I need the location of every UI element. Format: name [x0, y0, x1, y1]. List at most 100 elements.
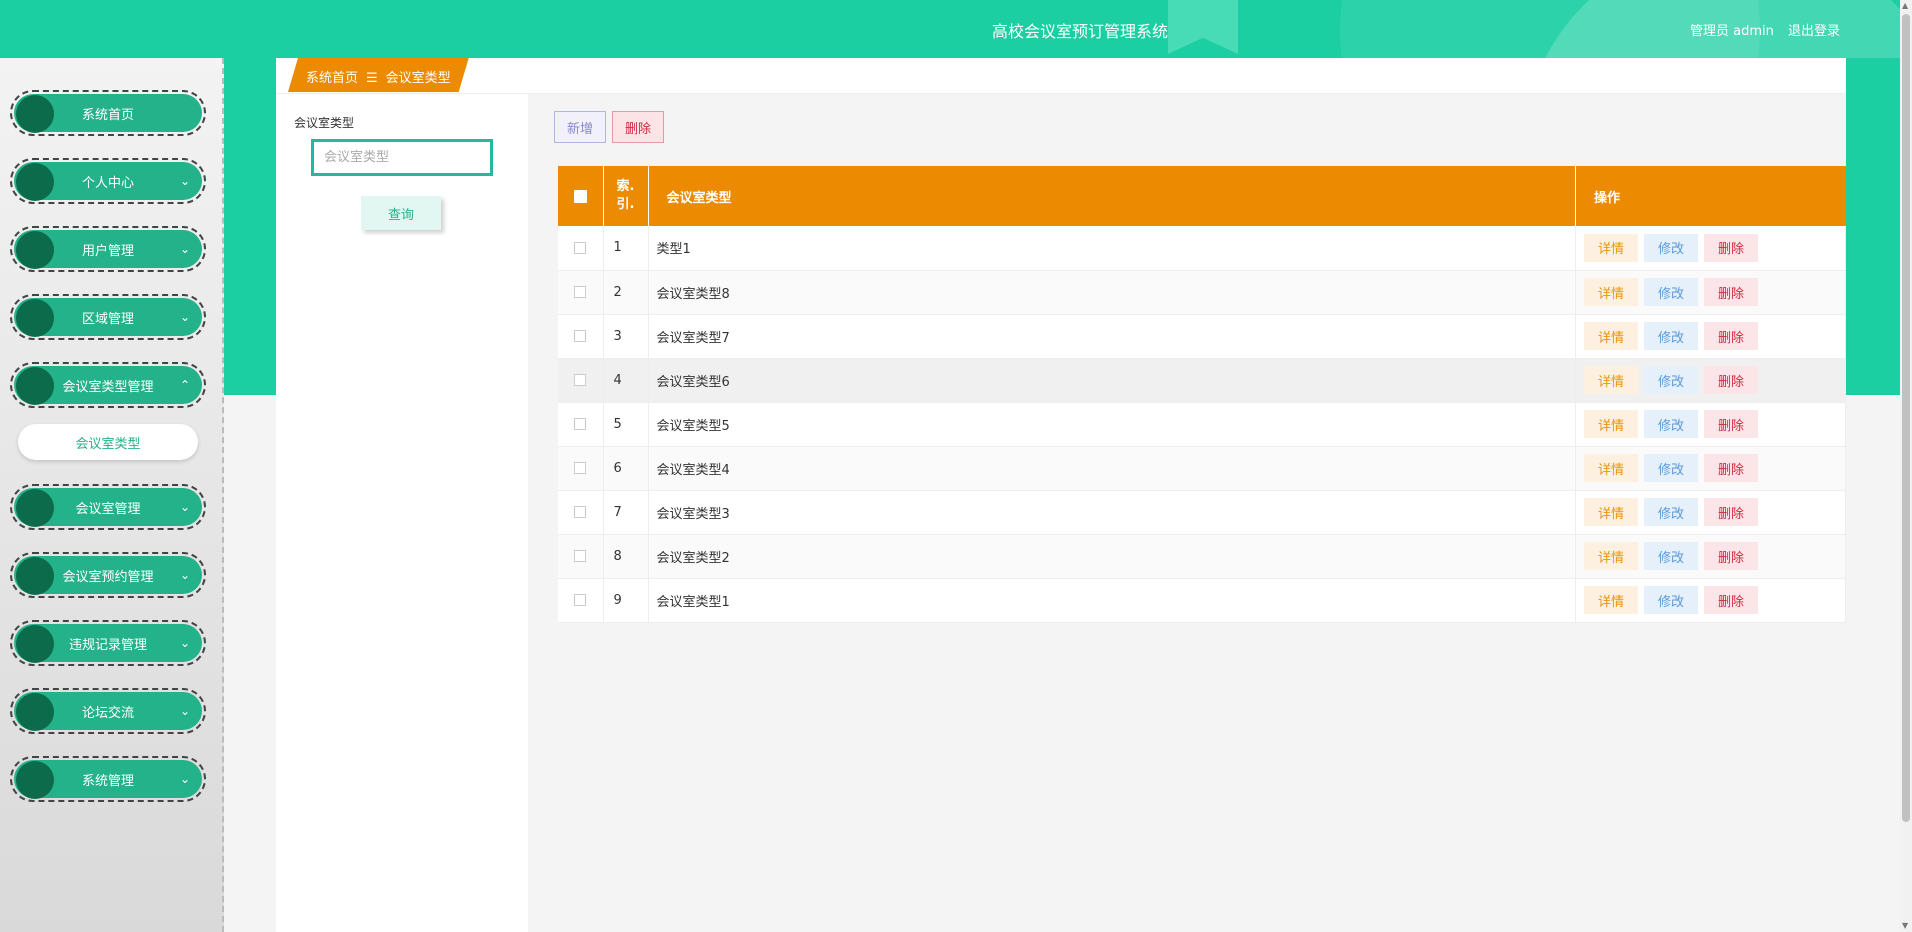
breadcrumb-home[interactable]: 系统首页 [306, 71, 358, 86]
edit-button[interactable]: 修改 [1644, 454, 1698, 482]
edit-button[interactable]: 修改 [1644, 498, 1698, 526]
detail-button[interactable]: 详情 [1584, 586, 1638, 614]
delete-button[interactable]: 删除 [1704, 322, 1758, 350]
row-ops: 详情 修改 删除 [1575, 270, 1846, 315]
sidebar-item[interactable]: 个人中心 ⌄ [10, 158, 206, 204]
logout-link[interactable]: 退出登录 [1788, 24, 1840, 39]
edit-button[interactable]: 修改 [1644, 410, 1698, 438]
edit-button[interactable]: 修改 [1644, 366, 1698, 394]
scrollbar-thumb[interactable] [1902, 14, 1910, 822]
edit-button[interactable]: 修改 [1644, 278, 1698, 306]
query-button[interactable]: 查询 [361, 196, 441, 230]
delete-button[interactable]: 删除 [1704, 454, 1758, 482]
delete-button[interactable]: 删除 [1704, 542, 1758, 570]
menu-dot-icon [16, 625, 54, 663]
search-input[interactable] [311, 139, 493, 176]
delete-button[interactable]: 删除 [1704, 498, 1758, 526]
sidebar-item[interactable]: 会议室预约管理 ⌄ [10, 552, 206, 598]
breadcrumb-tag: 系统首页 ☰ 会议室类型 [288, 58, 469, 92]
select-all-checkbox[interactable] [573, 189, 587, 203]
index-header: 索. 引. [603, 166, 649, 226]
add-button[interactable]: 新增 [554, 111, 606, 143]
sidebar: 系统首页个人中心 ⌄ 用户管理 ⌄ 区域管理 ⌄ 会议室类型管理 ⌃ 会议室类型会议室管理 ⌄ 会议… [0, 58, 224, 932]
sidebar-item-pill: 系统首页 [14, 94, 202, 133]
edit-button[interactable]: 修改 [1644, 586, 1698, 614]
row-actions: 详情 修改 删除 [1584, 454, 1837, 482]
row-checkbox[interactable] [574, 506, 587, 518]
menu-dot-icon [16, 95, 54, 133]
chevron-down-icon: ⌄ [179, 704, 190, 718]
row-checkbox[interactable] [574, 418, 587, 430]
detail-button[interactable]: 详情 [1584, 278, 1638, 306]
chevron-down-icon: ⌄ [179, 242, 190, 256]
row-ops: 详情 修改 删除 [1575, 490, 1846, 535]
chevron-down-icon: ⌄ [179, 636, 190, 650]
table-row[interactable]: 9 会议室类型1 详情 修改 删除 [558, 578, 1846, 623]
row-checkbox[interactable] [574, 330, 587, 342]
row-checkbox-cell [558, 490, 604, 535]
edit-button[interactable]: 修改 [1644, 233, 1698, 262]
sidebar-item[interactable]: 会议室管理 ⌄ [10, 484, 206, 530]
row-checkbox[interactable] [574, 594, 587, 606]
row-checkbox-cell [558, 534, 604, 579]
delete-button[interactable]: 删除 [1704, 586, 1758, 614]
detail-button[interactable]: 详情 [1584, 322, 1638, 350]
edit-button[interactable]: 修改 [1644, 542, 1698, 570]
detail-button[interactable]: 详情 [1584, 454, 1638, 482]
data-table: 索. 引. 会议室类型 操作 1 类型1 详情 修改 删除 2 会议室类型8 详情 修改 删除 3 会议… [558, 166, 1846, 623]
detail-button[interactable]: 详情 [1584, 410, 1638, 438]
select-all-cell [558, 166, 604, 226]
row-checkbox[interactable] [574, 241, 587, 254]
menu-dot-icon [16, 163, 54, 201]
delete-button[interactable]: 删除 [1704, 233, 1758, 262]
delete-button[interactable]: 删除 [1704, 366, 1758, 394]
sidebar-item[interactable]: 会议室类型管理 ⌃ [10, 362, 206, 408]
row-index: 4 [603, 358, 649, 403]
table-row[interactable]: 1 类型1 详情 修改 删除 [558, 226, 1846, 271]
row-actions: 详情 修改 删除 [1584, 410, 1837, 438]
user-label: 管理员 admin [1689, 24, 1774, 39]
row-name: 会议室类型1 [648, 578, 1576, 623]
batch-delete-button[interactable]: 删除 [612, 111, 664, 143]
breadcrumb-current: 会议室类型 [385, 71, 451, 86]
table-row[interactable]: 5 会议室类型5 详情 修改 删除 [558, 402, 1846, 447]
sidebar-item[interactable]: 违规记录管理 ⌄ [10, 620, 206, 666]
menu-icon: ☰ [366, 71, 378, 86]
detail-button[interactable]: 详情 [1584, 366, 1638, 394]
detail-button[interactable]: 详情 [1584, 498, 1638, 526]
table-row[interactable]: 4 会议室类型6 详情 修改 删除 [558, 358, 1846, 403]
row-checkbox[interactable] [574, 286, 587, 298]
chevron-up-icon: ⌃ [179, 378, 190, 392]
page-scrollbar[interactable]: ▲ ▼ [1900, 0, 1912, 932]
row-checkbox[interactable] [574, 550, 587, 562]
sidebar-item[interactable]: 区域管理 ⌄ [10, 294, 206, 340]
table-row[interactable]: 3 会议室类型7 详情 修改 删除 [558, 314, 1846, 359]
sidebar-item[interactable]: 用户管理 ⌄ [10, 226, 206, 272]
sidebar-item[interactable]: 论坛交流 ⌄ [10, 688, 206, 734]
sidebar-item[interactable]: 系统管理 ⌄ [10, 756, 206, 802]
app-title: 高校会议室预订管理系统 [991, 22, 1168, 41]
edit-button[interactable]: 修改 [1644, 322, 1698, 350]
table-row[interactable]: 7 会议室类型3 详情 修改 删除 [558, 490, 1846, 535]
row-name: 会议室类型3 [648, 490, 1576, 535]
sidebar-item-pill: 论坛交流 ⌄ [14, 692, 202, 731]
row-name: 类型1 [648, 226, 1576, 271]
detail-button[interactable]: 详情 [1584, 233, 1638, 262]
detail-button[interactable]: 详情 [1584, 542, 1638, 570]
delete-button[interactable]: 删除 [1704, 410, 1758, 438]
name-header[interactable]: 会议室类型 [648, 166, 1576, 226]
sidebar-subitem[interactable]: 会议室类型 [18, 424, 198, 460]
row-index: 5 [603, 402, 649, 447]
main-content: 系统首页☰会议室类型 会议室类型 查询 新增 删除 索.引. 会议室类型 操作 … [276, 58, 1846, 932]
menu-dot-icon [16, 489, 54, 527]
table-row[interactable]: 2 会议室类型8 详情 修改 删除 [558, 270, 1846, 315]
row-checkbox[interactable] [574, 462, 587, 474]
scroll-down-icon[interactable]: ▼ [1902, 922, 1910, 930]
delete-button[interactable]: 删除 [1704, 278, 1758, 306]
scroll-up-icon[interactable]: ▲ [1902, 2, 1910, 10]
row-checkbox[interactable] [574, 374, 587, 386]
table-row[interactable]: 6 会议室类型4 详情 修改 删除 [558, 446, 1846, 491]
sidebar-item[interactable]: 系统首页 [10, 90, 206, 136]
table-row[interactable]: 8 会议室类型2 详情 修改 删除 [558, 534, 1846, 579]
row-checkbox-cell [558, 314, 604, 359]
